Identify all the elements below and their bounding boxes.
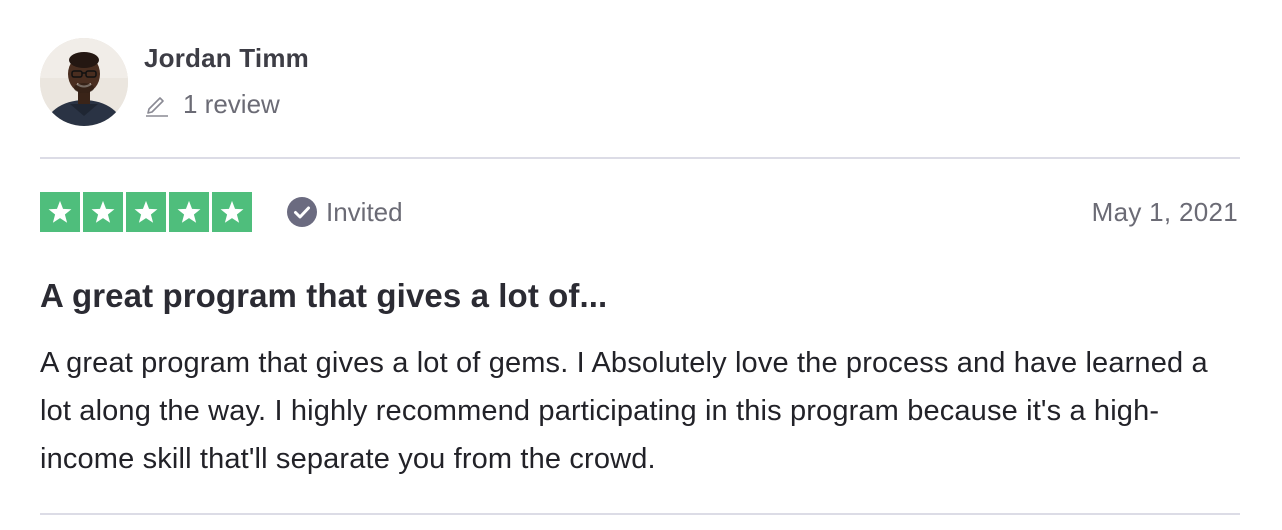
review-title[interactable]: A great program that gives a lot of...: [40, 276, 607, 316]
star-icon: [83, 192, 123, 232]
divider: [40, 157, 1240, 159]
star-icon: [126, 192, 166, 232]
rating-row: Invited May 1, 2021: [40, 192, 1240, 232]
person-avatar-icon: [40, 38, 128, 126]
invited-badge[interactable]: Invited: [286, 196, 403, 228]
invited-label: Invited: [326, 196, 403, 227]
star-icon: [169, 192, 209, 232]
check-circle-icon: [286, 196, 318, 228]
star-icon: [40, 192, 80, 232]
reviewer-header: Jordan Timm 1 review: [40, 38, 309, 128]
star-rating: [40, 192, 252, 232]
reviewer-info: Jordan Timm 1 review: [144, 38, 309, 120]
review-count-label: 1 review: [183, 89, 280, 119]
divider: [40, 513, 1240, 515]
review-body: A great program that gives a lot of gems…: [40, 347, 1208, 475]
review-count: 1 review: [144, 88, 309, 120]
avatar[interactable]: [40, 38, 128, 126]
pencil-icon: [144, 91, 170, 117]
review-card: Jordan Timm 1 review Invited May 1, 2021…: [40, 0, 1240, 530]
review-date: May 1, 2021: [1091, 196, 1238, 227]
reviewer-name[interactable]: Jordan Timm: [144, 42, 309, 74]
star-icon: [212, 192, 252, 232]
